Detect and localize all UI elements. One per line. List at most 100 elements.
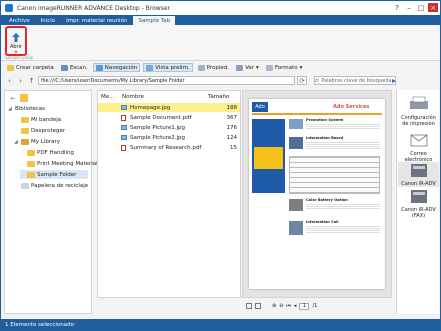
scanner-icon [60, 64, 68, 71]
first-page-icon[interactable]: ⏮ [286, 303, 291, 309]
address-bar-row: ‹ › ↑ file:///C:/Users/user/Documents/My… [1, 74, 440, 87]
close-button[interactable]: × [428, 3, 438, 12]
preview-thumbnail [289, 199, 303, 211]
library-icon [21, 138, 29, 145]
text-lines [306, 142, 380, 150]
navigation-icon [95, 64, 103, 71]
tree-item-pdf-handling[interactable]: PDF Handling [20, 148, 74, 157]
view-menu[interactable]: Ver ▾ [234, 63, 261, 72]
minimize-button[interactable]: – [404, 3, 414, 12]
status-bar: 1 Elemento seleccionado [1, 319, 440, 330]
preview-label: Vista prelim. [155, 64, 190, 71]
email-button[interactable]: Correo electrónico [398, 132, 439, 163]
trash-icon [21, 182, 29, 189]
folder-icon [21, 116, 29, 123]
tree-item-my-library[interactable]: ◢ My Library [14, 137, 60, 146]
image-file-icon [121, 125, 127, 130]
format-menu[interactable]: Formato ▾ [264, 63, 305, 72]
properties-button[interactable]: Propied. [196, 63, 231, 72]
search-go-button[interactable] [391, 78, 397, 84]
tree-item-bibliotecas[interactable]: ◢ Bibliotecas [8, 104, 45, 113]
ribbon-tabs: Archivo Inicio Impr. material reunión Sa… [1, 15, 440, 25]
table-row[interactable]: Homepage.jpg 188 [98, 103, 240, 112]
app-icon [5, 4, 13, 12]
preview-divider [252, 113, 382, 115]
properties-label: Propied. [206, 64, 230, 71]
text-lines [306, 204, 380, 210]
print-settings-button[interactable]: Configuración de impresión [398, 96, 439, 127]
fax-label: Canon iR-ADV (FAX) [401, 207, 436, 219]
tree-item-mi-bandeja[interactable]: Mi bandeja [14, 115, 61, 124]
preview-promo-block [254, 147, 283, 169]
ribbon-group-label: Sample Group [5, 55, 34, 60]
create-folder-button[interactable]: Crear carpeta [5, 63, 56, 72]
zoom-in-icon[interactable]: ⊕ [272, 303, 276, 309]
tab-meeting-materials[interactable]: Impr. material reunión [61, 16, 132, 25]
preview-section-title: Information Call [306, 220, 339, 224]
chevron-down-icon: ▾ [256, 64, 259, 71]
column-name[interactable]: Nombre [122, 91, 144, 102]
table-row[interactable]: Summary of Research.pdf 15 [98, 143, 240, 152]
table-row[interactable]: Sample Document.pdf 367 [98, 113, 240, 122]
maximize-button[interactable]: □ [416, 3, 426, 12]
column-size[interactable]: Tamaño [208, 91, 229, 102]
tree-folder-icon[interactable] [20, 94, 28, 102]
file-size: 367 [226, 114, 238, 121]
printer-ir-adv-button[interactable]: Canon iR-ADV [398, 162, 439, 187]
search-input[interactable]: Palabras clave de búsqueda [319, 78, 391, 84]
file-name: Sample Picture1.jpg [130, 124, 186, 131]
file-size: 176 [226, 124, 238, 131]
file-name: Homepage.jpg [130, 104, 171, 111]
help-button[interactable]: ? [392, 3, 402, 12]
folder-icon [7, 64, 14, 71]
preview-thumbnail [289, 221, 303, 235]
prev-page-icon[interactable]: ◂ [294, 303, 297, 309]
refresh-button[interactable]: ⟳ [297, 76, 307, 85]
column-mark[interactable]: Me... [101, 91, 114, 102]
tab-archivo[interactable]: Archivo [4, 16, 35, 25]
tab-inicio[interactable]: Inicio [36, 16, 61, 25]
preview-toggle[interactable]: Vista prelim. [143, 63, 193, 72]
zoom-out-icon[interactable]: ⊖ [279, 303, 283, 309]
collapse-icon: ◢ [8, 105, 12, 112]
page-total: /1 [312, 303, 318, 309]
image-file-icon [121, 135, 127, 140]
search-box[interactable]: ⌕ Palabras clave de búsqueda [314, 76, 397, 85]
printer-icon [409, 96, 428, 109]
file-name: Sample Document.pdf [130, 114, 192, 121]
image-file-icon [121, 105, 127, 110]
open-button[interactable]: Abrir ▾ [5, 26, 27, 56]
page-number-input[interactable]: 1 [299, 302, 310, 310]
tree-back-icon[interactable]: ← [9, 94, 17, 102]
tab-sample[interactable]: Sample Tab [133, 16, 176, 25]
multifunction-printer-icon [410, 164, 427, 177]
view-icon [236, 64, 244, 71]
site-logo: Ado [252, 102, 268, 112]
tree-item-print-meeting-materials[interactable]: Print Meeting Materials [20, 159, 101, 168]
table-row[interactable]: Sample Picture1.jpg 176 [98, 123, 240, 132]
tree-item-sample-folder[interactable]: Sample Folder [20, 170, 88, 179]
tree-label: Papelera de reciclaje [31, 182, 89, 189]
address-field[interactable]: file:///C:/Users/user/Documents/My Libra… [38, 76, 295, 85]
file-name: Sample Picture2.jpg [130, 134, 186, 141]
tree-item-desproteger[interactable]: Desproteger [14, 126, 65, 135]
file-size: 188 [226, 104, 238, 111]
folder-icon [27, 171, 35, 178]
file-size: 124 [226, 134, 238, 141]
up-folder-button[interactable]: ↑ [27, 76, 36, 85]
window-title: Canon imageRUNNER ADVANCE Desktop - Brow… [17, 4, 170, 12]
forward-button[interactable]: › [16, 76, 25, 85]
output-panel: Configuración de impresión Correo electr… [396, 90, 439, 314]
navigation-toggle[interactable]: Navegación [92, 63, 141, 72]
fax-ir-adv-button[interactable]: Canon iR-ADV (FAX) [398, 188, 439, 219]
fit-page-icon[interactable] [246, 303, 252, 309]
navigation-label: Navegación [104, 64, 138, 71]
table-row[interactable]: Sample Picture2.jpg 124 [98, 133, 240, 142]
back-button[interactable]: ‹ [5, 76, 14, 85]
folder-icon [21, 127, 29, 134]
scan-button[interactable]: Escan. [59, 63, 90, 72]
file-name: Summary of Research.pdf [130, 144, 202, 151]
tree-item-recycle-bin[interactable]: Papelera de reciclaje [14, 181, 88, 190]
application-window: Canon imageRUNNER ADVANCE Desktop - Brow… [0, 0, 441, 331]
fit-width-icon[interactable] [255, 303, 261, 309]
